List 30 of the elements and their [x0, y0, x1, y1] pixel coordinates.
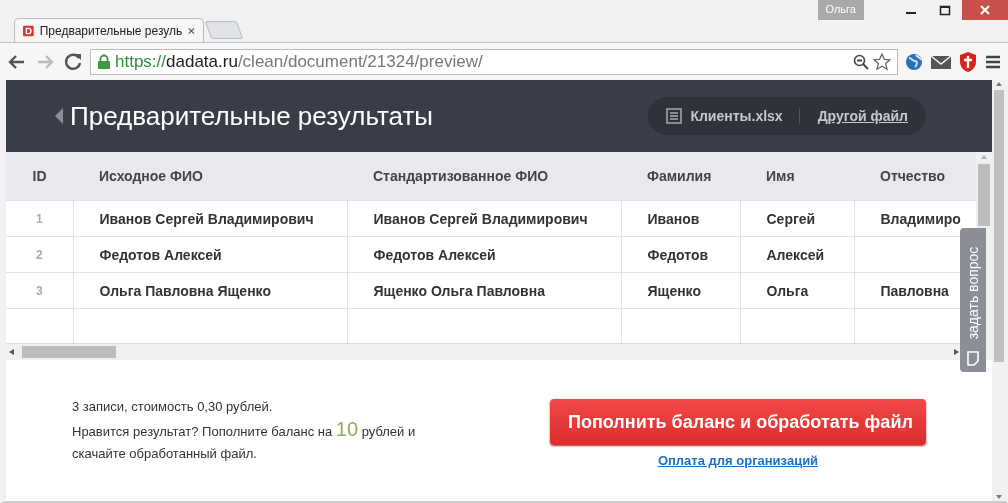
- table-cell: Сергей: [740, 200, 854, 237]
- column-header: Исходное ФИО: [73, 152, 347, 201]
- table-cell: 2: [6, 236, 73, 273]
- page-title: Предварительные результаты: [70, 100, 435, 132]
- table-cell: Ященко Ольга Павловна: [347, 272, 621, 309]
- other-file-link[interactable]: Другой файл: [799, 108, 908, 124]
- cost-summary: 3 записи, стоимость 0,30 рублей.: [72, 398, 274, 416]
- organization-payment-link[interactable]: Оплата для организаций: [657, 453, 819, 468]
- table-cell: Иванов: [621, 200, 740, 237]
- table-cell: Ольга Павловна Ященко: [73, 272, 347, 309]
- table-cell: Иванов Сергей Владимирович: [73, 200, 347, 237]
- table-cell: Ященко: [621, 272, 740, 309]
- table-cell: Федотов Алексей: [73, 236, 347, 273]
- file-name: Клиенты.xlsx: [690, 108, 783, 124]
- column-header: Фамилия: [621, 152, 740, 201]
- table-cell: Алексей: [740, 236, 854, 273]
- browser-tab[interactable]: Предварительные резуль: [14, 18, 204, 42]
- column-header: Имя: [740, 152, 854, 201]
- column-header: Стандартизованное ФИО: [347, 152, 621, 201]
- table-cell: 1: [6, 200, 73, 237]
- address-field[interactable]: https://dadata.ru/clean/document/21324/preview/: [90, 49, 898, 75]
- top-up-button[interactable]: Пополнить баланс и обработать файл: [550, 399, 926, 445]
- table-cell: Федотов Алексей: [347, 236, 621, 273]
- table-cell: Иванов Сергей Владимирович: [347, 200, 621, 237]
- column-header: Отчество: [854, 152, 976, 201]
- table-cell: Ольга: [740, 272, 854, 309]
- column-header: ID: [6, 152, 73, 201]
- offer-text: Нравится результат? Пополните баланс на 10 рублей и скачайте обработанный файл.: [72, 418, 417, 463]
- table-cell: Федотов: [621, 236, 740, 273]
- table-cell: 3: [6, 272, 73, 309]
